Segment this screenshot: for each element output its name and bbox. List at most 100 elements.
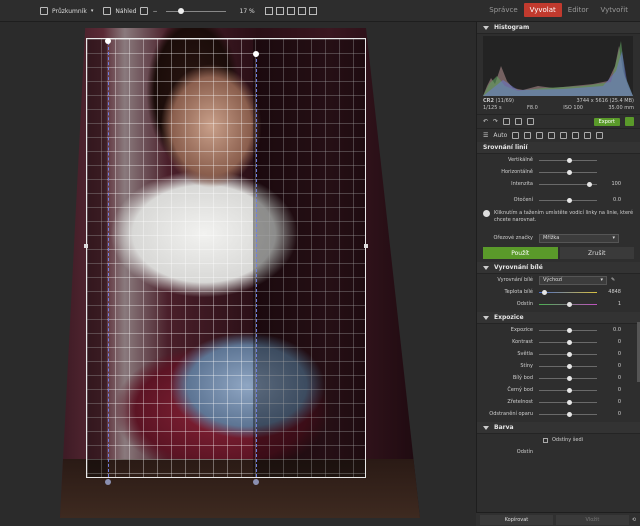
slider-track[interactable] <box>539 387 597 393</box>
slider-track[interactable] <box>539 157 597 163</box>
chevron-down-icon[interactable]: ▾ <box>91 8 94 14</box>
paste-button[interactable]: Vložit <box>555 514 629 525</box>
gradient-icon[interactable] <box>584 132 592 139</box>
checkbox[interactable] <box>543 437 548 443</box>
crop-marks-select[interactable]: Mřížka ▾ <box>539 233 619 243</box>
image-icon[interactable] <box>103 7 112 15</box>
slider-exposure-row[interactable]: Černý bod 0 <box>477 384 640 396</box>
slider-knob[interactable] <box>567 197 572 203</box>
slider-rotation[interactable]: Otočení 0.0 <box>477 194 640 206</box>
slider-knob[interactable] <box>567 363 572 369</box>
guide-handle-left-top[interactable] <box>105 38 111 44</box>
eyedropper-icon[interactable]: ✎ <box>611 277 615 283</box>
compare-icon[interactable] <box>308 7 317 15</box>
reset-icon[interactable]: ⟲ <box>632 517 636 523</box>
tab-create[interactable]: Vytvořit <box>595 3 634 17</box>
slider-vertical[interactable]: Vertikálně <box>477 154 640 166</box>
white-balance-header[interactable]: Vyrovnání bílé <box>477 262 640 274</box>
grayscale-row[interactable]: Odstíny šedi <box>477 434 640 446</box>
gallery-icon[interactable] <box>503 118 511 125</box>
slider-tint[interactable]: Odstín 1 <box>477 298 640 310</box>
auto-button[interactable]: Auto <box>493 132 507 139</box>
menu-icon[interactable]: ☰ <box>483 132 488 139</box>
zoom-out-icon[interactable]: − <box>152 8 157 15</box>
text-icon[interactable] <box>548 132 556 139</box>
slider-knob[interactable] <box>587 181 592 187</box>
slider-knob[interactable] <box>567 387 572 393</box>
guide-handle-right-bottom[interactable] <box>253 479 259 485</box>
tab-manager[interactable]: Správce <box>483 3 523 17</box>
lock-icon[interactable] <box>297 7 306 15</box>
slider-track[interactable] <box>539 411 597 417</box>
slider-track[interactable] <box>539 339 597 345</box>
camera-icon[interactable] <box>512 132 520 139</box>
slider-knob[interactable] <box>567 411 572 417</box>
slider-horizontal[interactable]: Horizontálně <box>477 166 640 178</box>
slider-exposure-row[interactable]: Stíny 0 <box>477 360 640 372</box>
slider-knob[interactable] <box>567 327 572 333</box>
fullscreen-icon[interactable] <box>286 7 295 15</box>
brush-icon[interactable] <box>572 132 580 139</box>
settings-icon[interactable] <box>596 132 604 139</box>
guide-handle-right-top[interactable] <box>253 51 259 57</box>
slider-track[interactable] <box>539 197 597 203</box>
slider-knob[interactable] <box>567 301 572 307</box>
slider-track[interactable] <box>539 289 597 295</box>
circle-icon[interactable] <box>560 132 568 139</box>
crop-grid-overlay[interactable] <box>86 38 366 478</box>
slider-track[interactable] <box>539 301 597 307</box>
apply-button[interactable]: Použít <box>483 247 558 259</box>
undo-icon[interactable]: ↶ <box>483 118 488 125</box>
preview-button[interactable]: Náhled <box>115 8 136 15</box>
straighten-icon[interactable] <box>536 132 544 139</box>
wb-preset-select[interactable]: Výchozí ▾ <box>539 275 607 285</box>
exposure-header[interactable]: Expozice <box>477 312 640 324</box>
folder-icon[interactable] <box>40 7 48 15</box>
slider-exposure-row[interactable]: Bílý bod 0 <box>477 372 640 384</box>
photo-workspace[interactable] <box>0 22 476 526</box>
slider-track[interactable] <box>539 181 597 187</box>
slider-track[interactable] <box>539 351 597 357</box>
slider-knob[interactable] <box>567 375 572 381</box>
copy-button[interactable]: Kopírovat <box>480 514 553 525</box>
slider-knob[interactable] <box>542 289 547 295</box>
slider-exposure-row[interactable]: Světla 0 <box>477 348 640 360</box>
slider-temperature[interactable]: Teplota bílé 4848 <box>477 286 640 298</box>
zoom-slider[interactable] <box>165 7 226 14</box>
slider-track[interactable] <box>539 363 597 369</box>
slider-knob[interactable] <box>567 399 572 405</box>
zoom-slider-knob[interactable] <box>177 7 184 14</box>
partial-row[interactable]: Odstín <box>477 446 640 458</box>
export-button[interactable]: Export <box>593 117 620 126</box>
tab-develop[interactable]: Vyvolat <box>523 3 562 17</box>
slider-knob[interactable] <box>567 339 572 345</box>
one-to-one-icon[interactable] <box>264 7 273 15</box>
rotate-left-icon[interactable] <box>515 118 523 125</box>
slider-knob[interactable] <box>567 157 572 163</box>
rotate-right-icon[interactable] <box>527 118 535 125</box>
crop-icon[interactable] <box>524 132 532 139</box>
slider-knob[interactable] <box>567 169 572 175</box>
crop-handle-left[interactable] <box>84 244 88 248</box>
histogram-header[interactable]: Histogram <box>477 22 640 34</box>
slider-track[interactable] <box>539 169 597 175</box>
slider-exposure-row[interactable]: Odstranění oparu 0 <box>477 408 640 420</box>
slider-intensity[interactable]: Intenzita 100 <box>477 178 640 190</box>
fit-icon[interactable] <box>275 7 284 15</box>
slider-exposure-row[interactable]: Zřetelnost 0 <box>477 396 640 408</box>
crop-handle-right[interactable] <box>364 244 368 248</box>
redo-icon[interactable]: ↷ <box>493 118 498 125</box>
share-icon[interactable] <box>625 117 634 126</box>
cancel-button[interactable]: Zrušit <box>559 247 634 259</box>
guide-line-right[interactable] <box>256 54 257 482</box>
slider-knob[interactable] <box>567 351 572 357</box>
straighten-header[interactable]: Srovnání linií <box>477 142 640 154</box>
guide-handle-left-bottom[interactable] <box>105 479 111 485</box>
color-header[interactable]: Barva <box>477 422 640 434</box>
slider-exposure-row[interactable]: Kontrast 0 <box>477 336 640 348</box>
guide-line-left[interactable] <box>108 42 109 482</box>
slider-track[interactable] <box>539 375 597 381</box>
browser-button[interactable]: Průzkumník <box>52 8 87 15</box>
external-link-icon[interactable] <box>140 7 149 15</box>
slider-track[interactable] <box>539 327 597 333</box>
